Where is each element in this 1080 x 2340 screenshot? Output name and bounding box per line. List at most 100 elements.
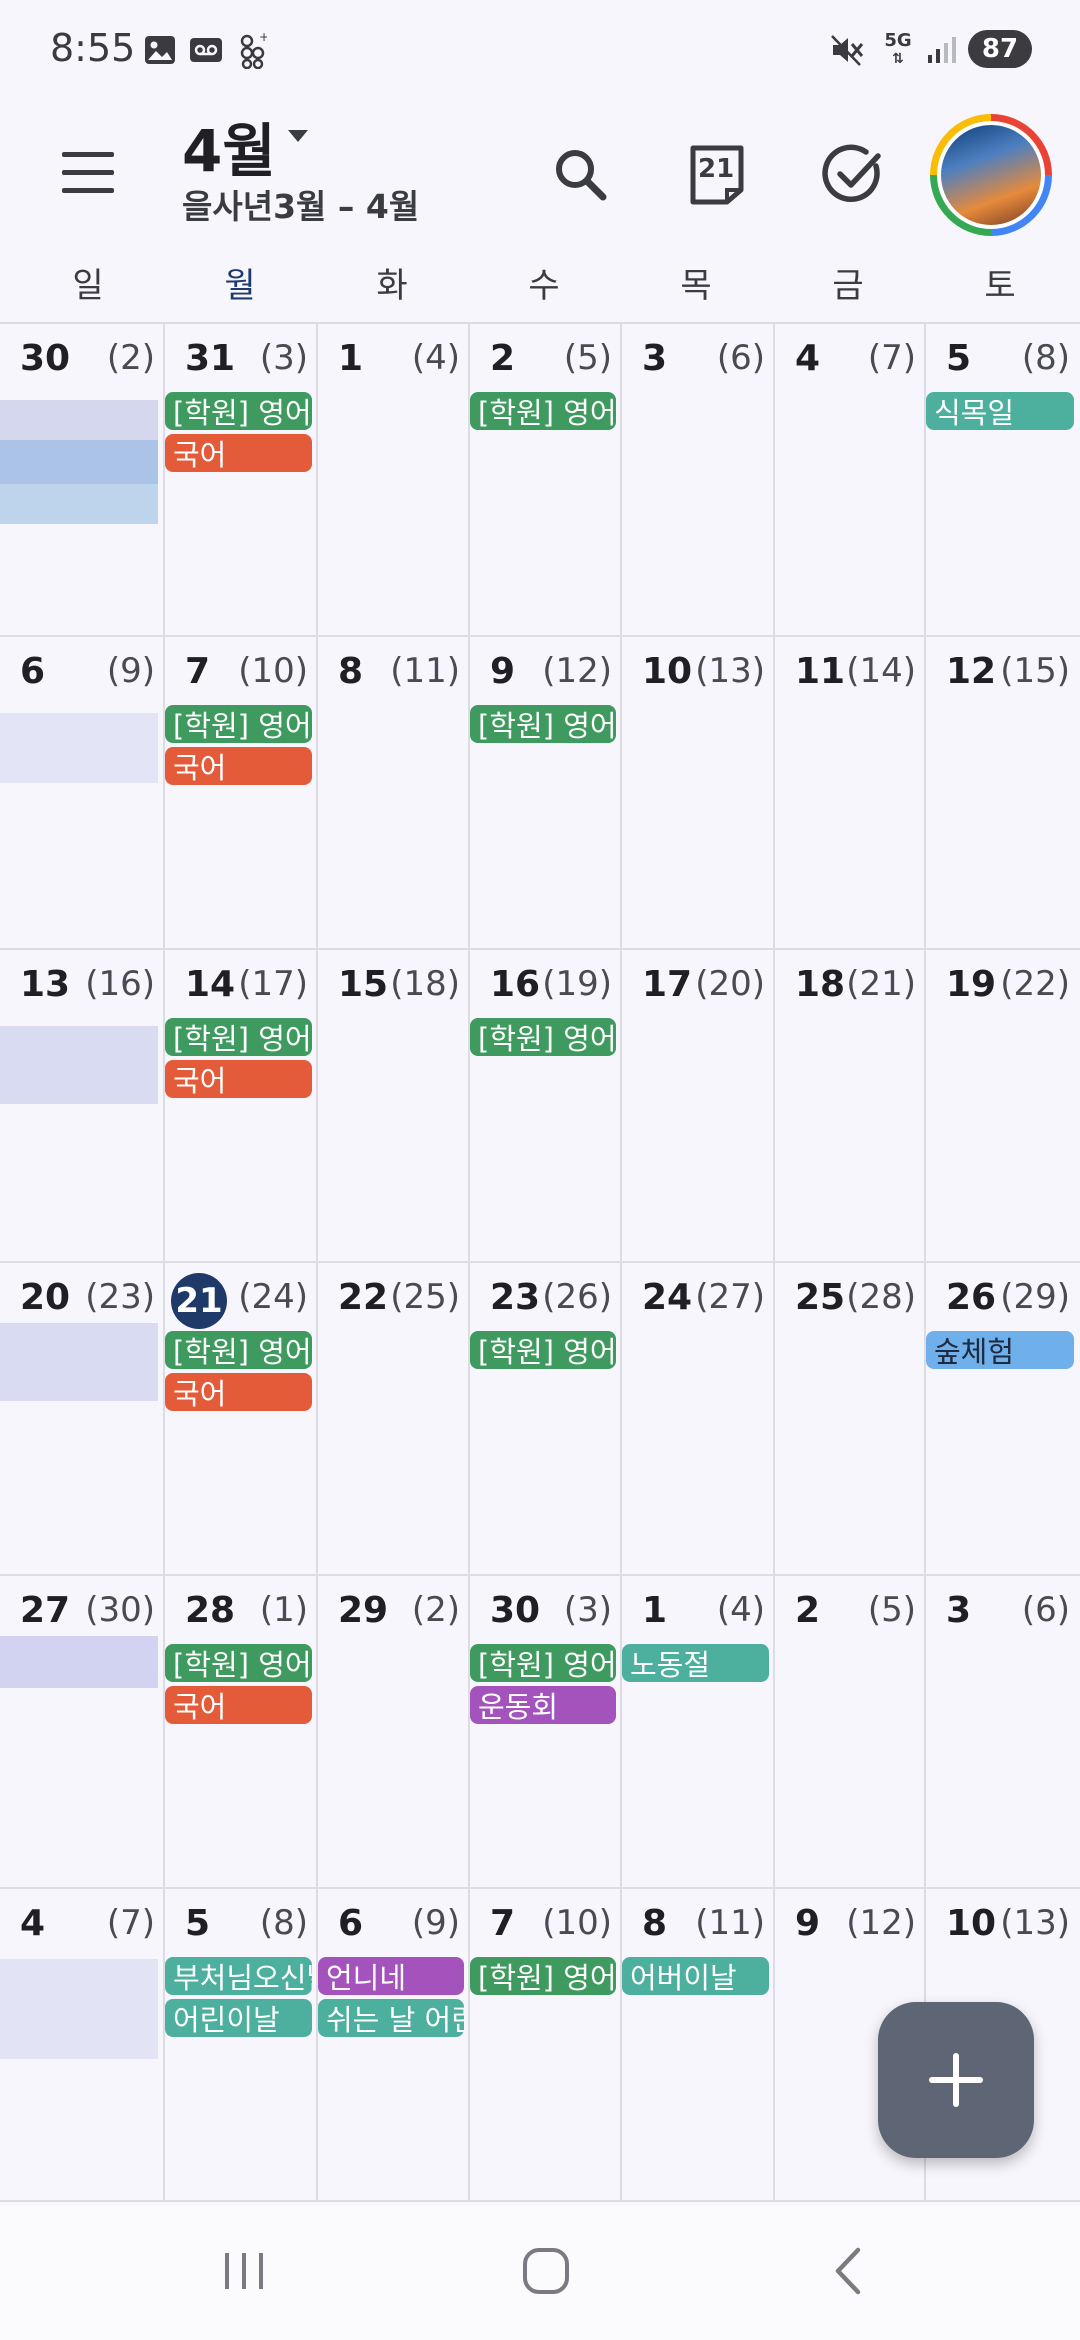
event-chip[interactable]: [학원] 영어 xyxy=(165,1018,312,1056)
month-grid[interactable]: 30 (2) 3 1 (3) 1 (4) 2 (5) 3 (6) 4 (7) 5 (8) 6 (9) 7 (10) 8… xyxy=(0,322,1080,2202)
menu-button[interactable] xyxy=(58,150,122,196)
grid-row-divider xyxy=(0,948,1080,950)
event-chip[interactable]: 국어 xyxy=(165,1373,312,1411)
event-chip[interactable]: 부처님오신날 xyxy=(165,1957,312,1995)
lunar-date: (9) xyxy=(411,1903,460,1943)
chevron-down-icon[interactable] xyxy=(288,130,308,142)
event-chip[interactable]: [학원] 영어 xyxy=(165,1644,312,1682)
event-chip[interactable]: 식목일 xyxy=(926,392,1074,430)
home-button[interactable] xyxy=(506,2236,586,2306)
recent-apps-icon xyxy=(225,2253,263,2289)
grid-row-divider xyxy=(0,635,1080,637)
back-button[interactable] xyxy=(808,2236,888,2306)
event-chip[interactable]: 어린이날 xyxy=(165,1999,312,2037)
account-avatar[interactable] xyxy=(930,114,1052,236)
private-event-block[interactable] xyxy=(0,1636,158,1688)
lunar-date: (6) xyxy=(716,338,765,378)
lunar-date: (13) xyxy=(695,651,765,691)
lunar-date: (20) xyxy=(695,964,765,1004)
event-chip[interactable]: [학원] 영어 xyxy=(470,1957,616,1995)
day-date[interactable]: 27 xyxy=(20,1590,70,1631)
status-bar: 8:55 + 5G ⇅ 87 xyxy=(0,0,1080,100)
day-date[interactable]: 20 xyxy=(20,1277,70,1318)
lunar-date: (21) xyxy=(846,964,916,1004)
private-event-block[interactable] xyxy=(0,1959,158,2059)
search-button[interactable] xyxy=(546,140,616,210)
add-event-button[interactable] xyxy=(878,2002,1034,2158)
event-chip[interactable]: [학원] 영어 xyxy=(165,1331,312,1369)
day-date[interactable]: 1 xyxy=(642,1590,667,1631)
weekday-sat: 토 xyxy=(984,266,1016,306)
day-date[interactable]: 5 xyxy=(185,1903,210,1944)
day-date[interactable]: 9 xyxy=(490,651,515,692)
tasks-button[interactable] xyxy=(818,140,888,210)
event-chip[interactable]: [학원] 영어 xyxy=(470,1331,616,1369)
private-event-block[interactable] xyxy=(0,1323,158,1401)
recent-apps-button[interactable] xyxy=(204,2236,284,2306)
day-date[interactable]: 2 xyxy=(490,338,515,379)
lunar-date: (29) xyxy=(1000,1277,1070,1317)
lunar-date: (18) xyxy=(390,964,460,1004)
private-event-block[interactable] xyxy=(0,713,158,783)
lunar-date: (2) xyxy=(106,338,155,378)
day-date[interactable]: 4 xyxy=(795,338,820,379)
day-date[interactable]: 7 xyxy=(185,651,210,692)
lunar-date: (24) xyxy=(238,1277,308,1317)
day-date[interactable]: 3 xyxy=(642,338,667,379)
month-title[interactable]: 4월 xyxy=(182,104,276,188)
network-type: 5G xyxy=(884,30,912,51)
event-chip[interactable]: 국어 xyxy=(165,1686,312,1724)
lunar-date: (3) xyxy=(563,1590,612,1630)
day-date[interactable]: 7 xyxy=(490,1903,515,1944)
event-chip[interactable]: 운동회 xyxy=(470,1686,616,1724)
day-date[interactable]: 8 xyxy=(642,1903,667,1944)
day-date[interactable]: 6 xyxy=(338,1903,363,1944)
lunar-date: (28) xyxy=(846,1277,916,1317)
event-chip[interactable]: [학원] 영어 xyxy=(165,392,312,430)
home-icon xyxy=(523,2248,569,2294)
today-button[interactable]: 21 xyxy=(682,140,752,210)
event-chip[interactable]: 노동절 xyxy=(622,1644,769,1682)
grid-row-divider xyxy=(0,1574,1080,1576)
day-date[interactable]: 9 xyxy=(795,1903,820,1944)
day-date[interactable]: 6 xyxy=(20,651,45,692)
day-date[interactable]: 5 xyxy=(946,338,971,379)
day-date[interactable]: 1 xyxy=(338,338,363,379)
private-event-block[interactable] xyxy=(0,1026,158,1104)
event-chip[interactable]: 어버이날 xyxy=(622,1957,769,1995)
status-time: 8:55 xyxy=(50,26,136,70)
event-chip[interactable]: 언니네 xyxy=(318,1957,464,1995)
grid-row-divider xyxy=(0,1261,1080,1263)
event-chip[interactable]: 쉬는 날 어린이날 xyxy=(318,1999,464,2037)
lunar-date: (19) xyxy=(542,964,612,1004)
svg-text:+: + xyxy=(259,31,267,44)
event-chip[interactable]: 국어 xyxy=(165,1060,312,1098)
day-date[interactable]: 3 xyxy=(946,1590,971,1631)
plus-icon xyxy=(929,2053,983,2107)
data-arrows-icon: ⇅ xyxy=(892,51,904,67)
lunar-date: (6) xyxy=(1021,1590,1070,1630)
lunar-date: (14) xyxy=(846,651,916,691)
lunar-month-range: 을사년3월 – 4월 xyxy=(182,187,420,226)
event-chip[interactable]: [학원] 영어 xyxy=(470,1018,616,1056)
lunar-date: (12) xyxy=(846,1903,916,1943)
event-chip[interactable]: [학원] 영어 xyxy=(470,1644,616,1682)
lunar-date: (30) xyxy=(85,1590,155,1630)
calendar-app: 8:55 + 5G ⇅ 87 4월 을사년3월 – 4월 21 일 월 화 수 … xyxy=(0,0,1080,2340)
event-chip[interactable]: 국어 xyxy=(165,434,312,472)
event-chip[interactable]: 숲체험 xyxy=(926,1331,1074,1369)
day-date[interactable]: 8 xyxy=(338,651,363,692)
weekday-sun: 일 xyxy=(72,266,104,306)
day-date[interactable]: 2 xyxy=(795,1590,820,1631)
day-date[interactable]: 30 xyxy=(20,338,70,379)
event-chip[interactable]: [학원] 영어 xyxy=(470,392,616,430)
event-chip[interactable]: [학원] 영어 xyxy=(470,705,616,743)
5g-icon: 5G ⇅ xyxy=(878,30,918,70)
day-date[interactable]: 13 xyxy=(20,964,70,1005)
lunar-date: (5) xyxy=(867,1590,916,1630)
event-chip[interactable]: [학원] 영어 xyxy=(165,705,312,743)
private-event-block[interactable] xyxy=(0,440,158,524)
lunar-date: (23) xyxy=(85,1277,155,1317)
event-chip[interactable]: 국어 xyxy=(165,747,312,785)
day-date[interactable]: 4 xyxy=(20,1903,45,1944)
